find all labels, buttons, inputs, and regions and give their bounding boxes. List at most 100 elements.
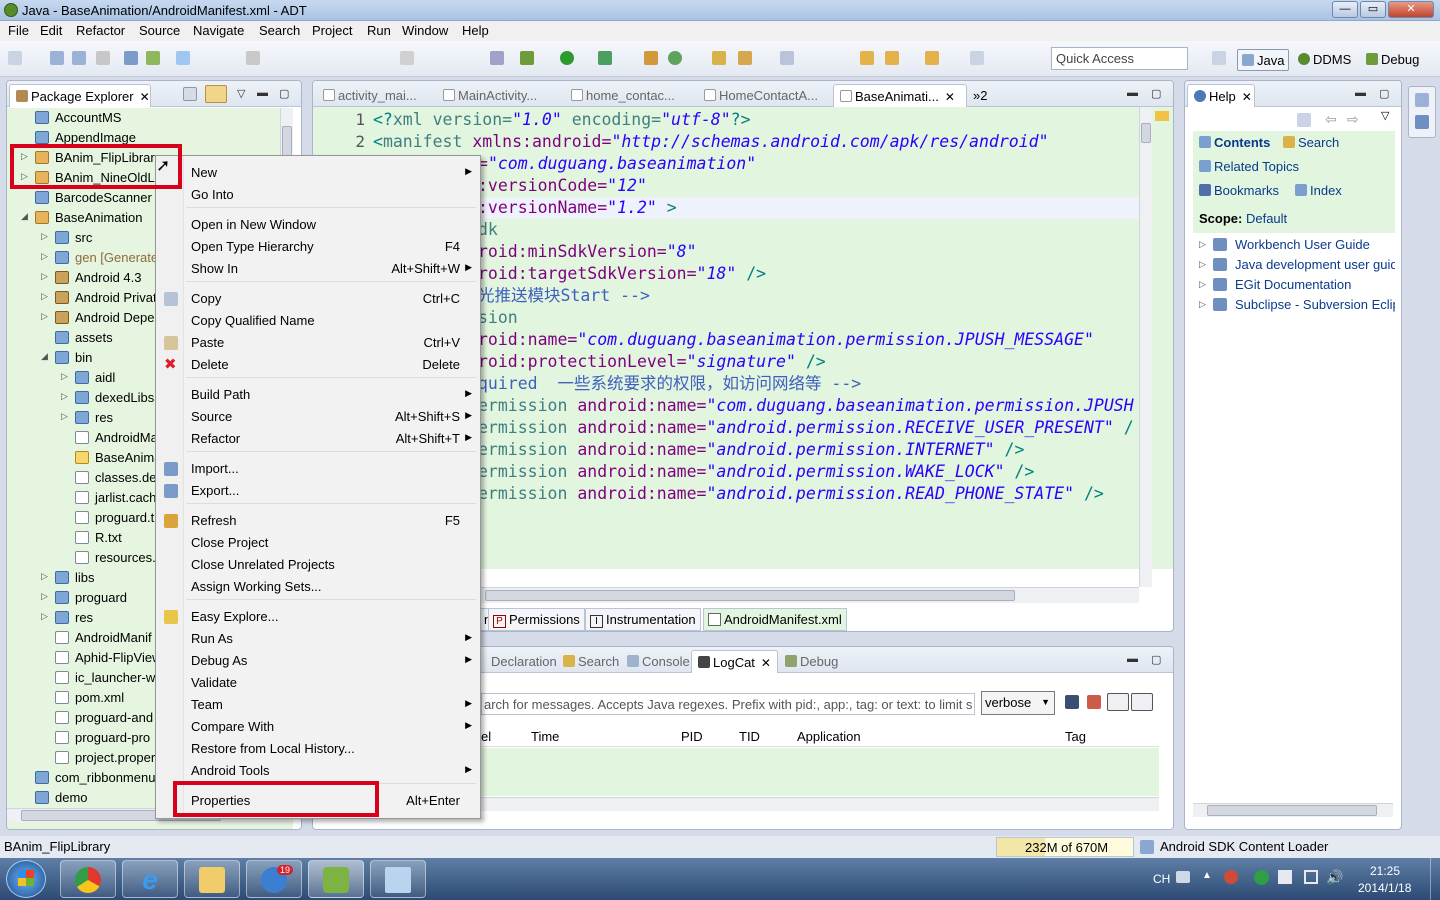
collapsed-arrow-icon[interactable]: ▷ xyxy=(61,391,68,402)
collapsed-arrow-icon[interactable]: ▷ xyxy=(41,291,48,302)
outline-view-icon[interactable] xyxy=(1415,115,1429,129)
input-language-indicator[interactable]: CH xyxy=(1153,872,1170,886)
collapsed-arrow-icon[interactable]: ▷ xyxy=(41,251,48,262)
new-java-class-icon[interactable] xyxy=(668,51,682,65)
back-icon[interactable]: ⇦ xyxy=(1325,111,1337,128)
tab-declaration[interactable]: Declaration xyxy=(485,650,563,673)
help-bookmarks-link[interactable]: Bookmarks xyxy=(1199,183,1279,198)
taskbar-internet-explorer[interactable]: e xyxy=(122,860,178,898)
collapsed-arrow-icon[interactable]: ▷ xyxy=(1199,259,1206,270)
skip-breakpoints-icon[interactable] xyxy=(490,51,504,65)
menu-project[interactable]: Project xyxy=(312,23,352,38)
help-book-item[interactable]: ▷ EGit Documentation xyxy=(1199,275,1395,295)
menu-item-open-in-new-window[interactable]: Open in New Window xyxy=(156,214,480,236)
minimize-view-icon[interactable]: ▬ xyxy=(1127,653,1138,665)
avd-manager-icon[interactable] xyxy=(146,51,160,65)
collapsed-arrow-icon[interactable]: ▷ xyxy=(41,311,48,322)
expanded-arrow-icon[interactable]: ◢ xyxy=(41,351,48,362)
link-with-editor-icon[interactable] xyxy=(205,85,227,103)
taskbar-explorer[interactable] xyxy=(184,860,240,898)
collapsed-arrow-icon[interactable]: ▷ xyxy=(1199,239,1206,250)
col-application[interactable]: Application xyxy=(797,729,861,744)
minimize-view-icon[interactable]: ▬ xyxy=(1355,87,1366,99)
menu-item-copy[interactable]: Copy Ctrl+C xyxy=(156,288,480,310)
menu-item-show-in[interactable]: Show In Alt+Shift+W ▶ xyxy=(156,258,480,280)
menu-item-run-as[interactable]: Run As ▶ xyxy=(156,628,480,650)
tab-search[interactable]: Search xyxy=(557,650,625,673)
collapsed-arrow-icon[interactable]: ▷ xyxy=(41,611,48,622)
help-contents-link[interactable]: Contents xyxy=(1199,135,1270,150)
collapsed-arrow-icon[interactable]: ▷ xyxy=(1199,299,1206,310)
warning-marker-icon[interactable] xyxy=(1155,111,1169,121)
more-tabs-chevron[interactable]: »2 xyxy=(967,84,993,107)
maximize-view-icon[interactable]: ▢ xyxy=(1151,653,1161,666)
menu-item-restore-from-local-history[interactable]: Restore from Local History... xyxy=(156,738,480,760)
help-horizontal-scrollbar[interactable] xyxy=(1193,803,1393,817)
step-icon[interactable] xyxy=(400,51,414,65)
volume-icon[interactable]: 🔊 xyxy=(1326,869,1343,886)
restore-view-icon[interactable] xyxy=(1415,93,1429,107)
tray-app-icon[interactable] xyxy=(1224,870,1238,884)
menu-item-refactor[interactable]: Refactor Alt+Shift+T ▶ xyxy=(156,428,480,450)
scroll-thumb[interactable] xyxy=(1141,123,1151,143)
logcat-search-input[interactable]: arch for messages. Accepts Java regexes.… xyxy=(481,693,975,715)
menu-item-team[interactable]: Team ▶ xyxy=(156,694,480,716)
collapsed-arrow-icon[interactable]: ▷ xyxy=(61,411,68,422)
maximize-view-icon[interactable]: ▢ xyxy=(1379,87,1389,100)
menu-item-delete[interactable]: ✖ Delete Delete xyxy=(156,354,480,376)
menu-item-paste[interactable]: Paste Ctrl+V xyxy=(156,332,480,354)
menu-source[interactable]: Source xyxy=(139,23,180,38)
menu-item-compare-with[interactable]: Compare With ▶ xyxy=(156,716,480,738)
col-tid[interactable]: TID xyxy=(739,729,760,744)
tab-instrumentation[interactable]: I Instrumentation xyxy=(585,608,701,631)
show-desktop-button[interactable] xyxy=(1430,858,1440,900)
heap-status[interactable]: 232M of 670M xyxy=(996,837,1134,857)
expanded-arrow-icon[interactable]: ◢ xyxy=(21,211,28,222)
taskbar-chrome[interactable] xyxy=(60,860,116,898)
external-tools-icon[interactable] xyxy=(598,51,612,65)
log-level-select[interactable]: verbose ▼ xyxy=(981,691,1055,715)
help-related-topics-link[interactable]: Related Topics xyxy=(1199,159,1299,174)
menu-item-easy-explore[interactable]: Easy Explore... xyxy=(156,606,480,628)
view-menu-icon[interactable]: ▽ xyxy=(1381,109,1389,122)
collapse-all-icon[interactable] xyxy=(183,87,197,101)
show-in-contents-icon[interactable] xyxy=(1297,113,1311,127)
run-icon[interactable] xyxy=(560,51,574,65)
menu-item-go-into[interactable]: Go Into xyxy=(156,184,480,206)
open-type-icon[interactable] xyxy=(712,51,726,65)
tab-main-activity[interactable]: MainActivity... xyxy=(437,84,543,107)
sdk-manager-icon[interactable] xyxy=(124,51,138,65)
security-tray-icon[interactable] xyxy=(1254,870,1269,885)
col-level[interactable]: el xyxy=(481,729,491,744)
network-icon[interactable] xyxy=(1304,870,1318,884)
minimize-view-icon[interactable]: ▬ xyxy=(1127,87,1138,99)
menu-help[interactable]: Help xyxy=(462,23,489,38)
pin-icon[interactable] xyxy=(970,51,984,65)
debug-icon[interactable] xyxy=(520,51,534,65)
scroll-thumb[interactable] xyxy=(485,590,1015,601)
tab-android-manifest-xml[interactable]: AndroidManifest.xml xyxy=(703,608,847,631)
menu-item-build-path[interactable]: Build Path ▶ xyxy=(156,384,480,406)
collapsed-arrow-icon[interactable]: ▷ xyxy=(41,231,48,242)
col-tag[interactable]: Tag xyxy=(1065,729,1086,744)
menu-edit[interactable]: Edit xyxy=(40,23,62,38)
menu-item-open-type-hierarchy[interactable]: Open Type Hierarchy F4 xyxy=(156,236,480,258)
perspective-java[interactable]: Java xyxy=(1237,49,1290,71)
tab-help[interactable]: Help ✕ xyxy=(1187,84,1255,107)
col-pid[interactable]: PID xyxy=(681,729,703,744)
menu-item-close-unrelated-projects[interactable]: Close Unrelated Projects xyxy=(156,554,480,576)
forward-icon[interactable]: ⇨ xyxy=(1347,111,1359,128)
save-log-icon[interactable] xyxy=(1065,695,1079,709)
show-hidden-icons-icon[interactable]: ▲ xyxy=(1202,870,1212,881)
close-icon[interactable]: ✕ xyxy=(761,656,771,670)
collapsed-arrow-icon[interactable]: ▷ xyxy=(61,371,68,382)
tab-package-explorer[interactable]: Package Explorer ✕ xyxy=(9,84,151,107)
menu-item-export[interactable]: Export... xyxy=(156,480,480,502)
back-history-icon[interactable] xyxy=(885,51,899,65)
menu-item-new[interactable]: New ▶ xyxy=(156,162,480,184)
menu-refactor[interactable]: Refactor xyxy=(76,23,125,38)
tab-home-contact-xml[interactable]: home_contac... xyxy=(565,84,681,107)
search-tool-icon[interactable] xyxy=(738,51,752,65)
print-icon[interactable] xyxy=(96,51,110,65)
tab-activity-main[interactable]: activity_mai... xyxy=(317,84,423,107)
